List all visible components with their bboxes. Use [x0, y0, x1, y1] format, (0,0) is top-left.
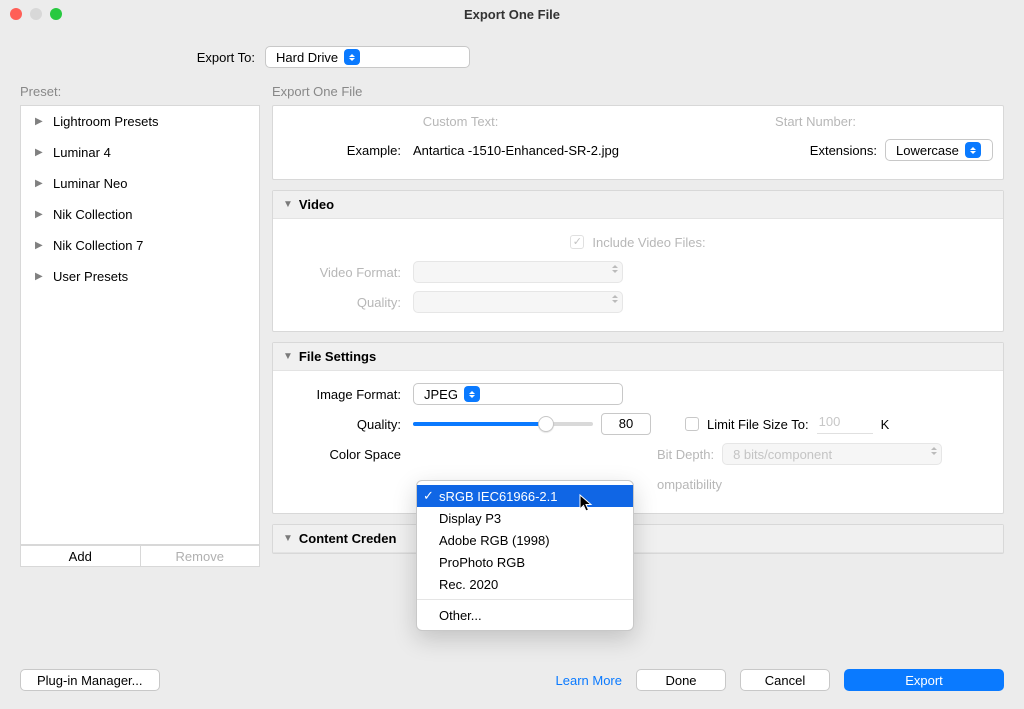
limit-size-input[interactable]: 100 [817, 414, 873, 434]
limit-size-unit: K [881, 417, 890, 432]
extensions-value: Lowercase [896, 143, 959, 158]
content-credentials-header[interactable]: ▼Content Creden [273, 525, 1003, 553]
compatibility-text: ompatibility [657, 477, 722, 492]
export-to-popup[interactable]: Hard Drive [265, 46, 470, 68]
remove-preset-button[interactable]: Remove [141, 545, 261, 567]
preset-label: Preset: [20, 84, 260, 105]
color-space-other-option[interactable]: Other... [417, 604, 633, 626]
image-format-value: JPEG [424, 387, 458, 402]
preset-item[interactable]: ▶ Nik Collection [21, 199, 259, 230]
export-to-label: Export To: [0, 50, 265, 65]
cancel-button[interactable]: Cancel [740, 669, 830, 691]
quality-value-input[interactable]: 80 [601, 413, 651, 435]
color-space-option[interactable]: Rec. 2020 [417, 573, 633, 595]
window-title: Export One File [0, 7, 1024, 22]
done-button[interactable]: Done [636, 669, 726, 691]
naming-panel: Custom Text: Start Number: Example: Anta… [272, 105, 1004, 180]
chevron-right-icon: ▶ [35, 116, 43, 127]
preset-item-label: User Presets [53, 269, 128, 284]
right-section-label: Export One File [272, 84, 1004, 105]
preset-list[interactable]: ▶ Lightroom Presets ▶ Luminar 4 ▶ Luminar N… [20, 105, 260, 545]
preset-item-label: Luminar 4 [53, 145, 111, 160]
learn-more-link[interactable]: Learn More [556, 673, 622, 688]
preset-item-label: Nik Collection 7 [53, 238, 143, 253]
limit-size-label: Limit File Size To: [707, 417, 809, 432]
file-settings-header[interactable]: ▼File Settings [273, 343, 1003, 371]
video-panel: ▼Video ✓ Include Video Files: Video Form… [272, 190, 1004, 332]
plugin-manager-button[interactable]: Plug-in Manager... [20, 669, 160, 691]
chevron-right-icon: ▶ [35, 271, 43, 282]
video-header[interactable]: ▼Video [273, 191, 1003, 219]
color-space-menu[interactable]: ✓sRGB IEC61966-2.1 Display P3 Adobe RGB … [416, 480, 634, 631]
bit-depth-label: Bit Depth: [657, 447, 714, 462]
video-format-label: Video Format: [283, 265, 413, 280]
chevron-right-icon: ▶ [35, 147, 43, 158]
color-space-label: Color Space [283, 447, 413, 462]
file-settings-panel: ▼File Settings Image Format: JPEG Qualit… [272, 342, 1004, 514]
color-space-option[interactable]: Adobe RGB (1998) [417, 529, 633, 551]
preset-item[interactable]: ▶ User Presets [21, 261, 259, 292]
preset-item[interactable]: ▶ Luminar Neo [21, 168, 259, 199]
video-quality-popup [413, 291, 623, 313]
color-space-option[interactable]: Display P3 [417, 507, 633, 529]
example-filename: Antartica -1510-Enhanced-SR-2.jpg [413, 143, 619, 158]
export-button[interactable]: Export [844, 669, 1004, 691]
triangle-down-icon: ▼ [283, 533, 293, 544]
popup-arrows-icon [965, 142, 981, 158]
menu-separator [417, 599, 633, 600]
check-icon: ✓ [423, 488, 434, 504]
extensions-popup[interactable]: Lowercase [885, 139, 993, 161]
preset-item-label: Luminar Neo [53, 176, 127, 191]
quality-label: Quality: [283, 417, 413, 432]
extensions-label: Extensions: [810, 143, 877, 158]
color-space-option[interactable]: ProPhoto RGB [417, 551, 633, 573]
chevron-right-icon: ▶ [35, 178, 43, 189]
limit-size-checkbox[interactable] [685, 417, 699, 431]
chevron-right-icon: ▶ [35, 209, 43, 220]
content-credentials-panel: ▼Content Creden [272, 524, 1004, 554]
bit-depth-value: 8 bits/component [733, 447, 832, 462]
preset-item[interactable]: ▶ Nik Collection 7 [21, 230, 259, 261]
preset-item[interactable]: ▶ Lightroom Presets [21, 106, 259, 137]
video-format-popup [413, 261, 623, 283]
include-video-checkbox[interactable]: ✓ [570, 235, 584, 249]
preset-item[interactable]: ▶ Luminar 4 [21, 137, 259, 168]
chevron-right-icon: ▶ [35, 240, 43, 251]
export-to-value: Hard Drive [276, 50, 338, 65]
add-preset-button[interactable]: Add [20, 545, 141, 567]
popup-arrows-icon [464, 386, 480, 402]
example-label: Example: [283, 143, 413, 158]
triangle-down-icon: ▼ [283, 199, 293, 210]
triangle-down-icon: ▼ [283, 351, 293, 362]
bit-depth-popup: 8 bits/component [722, 443, 942, 465]
preset-item-label: Lightroom Presets [53, 114, 159, 129]
quality-slider[interactable] [413, 422, 593, 426]
color-space-option[interactable]: ✓sRGB IEC61966-2.1 [417, 485, 633, 507]
image-format-popup[interactable]: JPEG [413, 383, 623, 405]
video-quality-label: Quality: [283, 295, 413, 310]
popup-arrows-icon [344, 49, 360, 65]
start-number-label: Start Number: [638, 114, 993, 129]
include-video-label: Include Video Files: [592, 235, 705, 250]
slider-thumb[interactable] [538, 416, 554, 432]
image-format-label: Image Format: [283, 387, 413, 402]
preset-item-label: Nik Collection [53, 207, 132, 222]
custom-text-label: Custom Text: [283, 114, 638, 129]
